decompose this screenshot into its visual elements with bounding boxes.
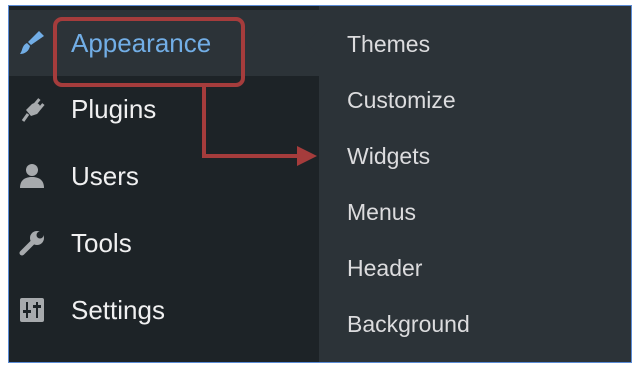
sidebar-item-settings[interactable]: Settings [9, 277, 319, 343]
sidebar-item-tools[interactable]: Tools [9, 210, 319, 276]
sidebar-item-users[interactable]: Users [9, 143, 319, 209]
sidebar-item-label: Users [71, 160, 139, 191]
submenu-item-header[interactable]: Header [347, 255, 422, 282]
submenu-item-themes[interactable]: Themes [347, 31, 430, 58]
sidebar-item-appearance[interactable]: Appearance [9, 10, 319, 76]
submenu-item-customize[interactable]: Customize [347, 87, 456, 114]
submenu-item-widgets[interactable]: Widgets [347, 143, 430, 170]
sidebar-item-label: Plugins [71, 93, 157, 124]
settings-sliders-icon [15, 293, 49, 327]
sidebar-item-label: Appearance [71, 27, 212, 58]
wrench-icon [15, 226, 49, 260]
sidebar-item-label: Tools [71, 227, 132, 258]
admin-sidebar: Appearance Plugins Users Tools Settings [9, 6, 319, 362]
appearance-submenu: Themes Customize Widgets Menus Header Ba… [319, 6, 631, 362]
sidebar-item-plugins[interactable]: Plugins [9, 76, 319, 142]
submenu-item-background[interactable]: Background [347, 311, 470, 338]
paintbrush-icon [15, 26, 49, 60]
user-icon [15, 159, 49, 193]
submenu-item-menus[interactable]: Menus [347, 199, 416, 226]
plug-icon [15, 92, 49, 126]
sidebar-item-label: Settings [71, 294, 165, 325]
admin-menu-screenshot: Appearance Plugins Users Tools Settings … [9, 6, 631, 362]
submenu-pointer [306, 30, 319, 56]
